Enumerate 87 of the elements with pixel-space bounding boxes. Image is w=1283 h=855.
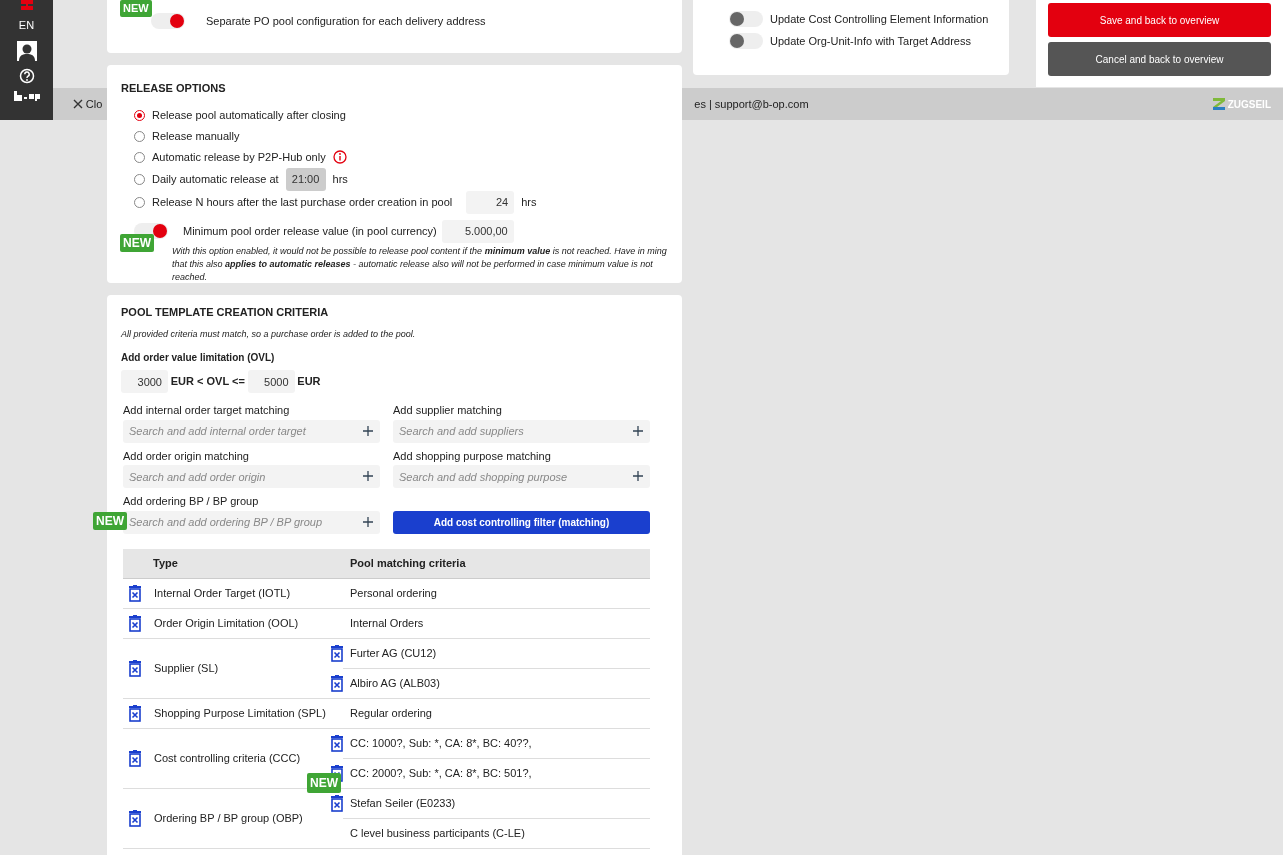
add-icon[interactable] (363, 425, 373, 436)
value-field[interactable]: 5.000,00 (441, 219, 514, 243)
toggle-label: Update Cost Controlling Element Information (770, 11, 989, 27)
info-icon[interactable] (332, 150, 347, 164)
logo-icon (13, 90, 40, 101)
add-icon[interactable] (633, 425, 643, 436)
table-cell-text: Internal Order Target (IOTL) (154, 585, 291, 601)
table-cell-text: Supplier (SL) (154, 660, 219, 676)
new-badge: NEW (120, 0, 152, 17)
delete-icon[interactable] (128, 809, 142, 827)
field-label: Add order origin matching (123, 448, 250, 464)
hint-text: All provided criteria must match, so a purchase order is added to the pool. (121, 327, 417, 341)
search-field[interactable]: Search and add suppliers (393, 419, 650, 443)
logo-icon (18, 0, 35, 10)
new-badge: NEW (93, 511, 127, 530)
table-cell-text: Internal Orders (350, 615, 424, 631)
table-cell-text: Cost controlling criteria (CCC) (154, 750, 301, 766)
search-field[interactable]: Search and add shopping purpose (393, 465, 650, 488)
action-button[interactable]: Save and back to overview (1048, 3, 1271, 37)
table-cell-text: Regular ordering (350, 705, 432, 721)
max-value-field[interactable]: 5000 (247, 370, 295, 393)
toggle-label: Update Org-Unit-Info with Target Address (770, 33, 971, 49)
table-cell-text: CC: 1000?, Sub: *, CA: 8*, BC: 40??, (350, 735, 532, 751)
action-button[interactable]: Cancel and back to overview (1048, 42, 1271, 76)
delete-icon[interactable] (128, 704, 142, 722)
column-header: Pool matching criteria (350, 555, 466, 571)
language-selector[interactable]: EN (18, 17, 35, 34)
field-label: Add shopping purpose matching (393, 448, 552, 464)
table-cell-text: C level business participants (C-LE) (350, 825, 525, 841)
add-filter-button[interactable]: Add cost controlling filter (matching) (393, 510, 650, 534)
search-field[interactable]: Search and add order origin (123, 465, 380, 488)
note-text: With this option enabled, it would not be possible to release pool content if the minimum value is not reached. Have in ming that this also applies to automatic releases - automatic release also will not be performed in case minimum value is not reached. (171, 244, 668, 284)
field-label: Add internal order target matching (123, 403, 291, 418)
field-label: Add order value limitation (OVL) (121, 351, 276, 365)
section-title: POOL TEMPLATE CREATION CRITERIA (121, 305, 330, 320)
search-field[interactable]: Search and add ordering BP / BP group (123, 510, 380, 534)
value-field[interactable]: 24 (466, 190, 515, 214)
toggle-label: Minimum pool order release value (in pool currency) (183, 223, 437, 239)
new-badge: NEW (307, 772, 341, 793)
toggle-switch[interactable] (729, 33, 763, 49)
close-icon[interactable] (73, 99, 83, 109)
delete-icon[interactable] (128, 584, 142, 602)
toggle-switch[interactable] (729, 11, 763, 27)
brand-logo-icon (1212, 98, 1225, 110)
help-icon[interactable] (18, 67, 35, 84)
field-label: Add supplier matching (393, 403, 503, 418)
delete-icon[interactable] (330, 794, 344, 812)
table-cell-text: Ordering BP / BP group (OBP) (154, 810, 303, 826)
close-link[interactable]: Clo (85, 95, 103, 113)
delete-icon[interactable] (330, 674, 344, 692)
table-cell-text: Personal ordering (350, 585, 437, 601)
table-cell-text: CC: 2000?, Sub: *, CA: 8*, BC: 501?, (350, 765, 532, 781)
min-value-field[interactable]: 3000 (121, 370, 168, 393)
table-cell-text: Furter AG (CU12) (350, 645, 437, 661)
radio-label[interactable]: Release N hours after the last purchase order creation in pool (152, 193, 453, 211)
toggle-label: Separate PO pool configuration for each delivery address (206, 14, 486, 29)
operator-label: EUR < OVL <= (170, 374, 245, 390)
section-title: RELEASE OPTIONS (121, 81, 227, 96)
radio-button[interactable] (134, 130, 145, 142)
delete-icon[interactable] (128, 659, 142, 677)
table-cell-text: Albiro AG (ALB03) (350, 675, 440, 691)
radio-button[interactable] (134, 109, 145, 121)
toggle-switch[interactable] (151, 13, 185, 30)
delete-icon[interactable] (330, 734, 344, 752)
radio-button[interactable] (134, 196, 145, 208)
add-icon[interactable] (633, 471, 643, 481)
add-icon[interactable] (363, 471, 373, 481)
new-badge: NEW (120, 234, 154, 252)
table-cell-text: Shopping Purpose Limitation (SPL) (154, 705, 326, 721)
unit-label: hrs (332, 171, 348, 187)
radio-button[interactable] (134, 151, 145, 163)
unit-label: EUR (297, 374, 321, 390)
radio-label[interactable]: Release manually (152, 127, 240, 145)
delete-icon[interactable] (128, 749, 142, 767)
table-cell-text: Order Origin Limitation (OOL) (154, 615, 299, 631)
search-field[interactable]: Search and add internal order target (123, 419, 380, 443)
user-avatar-icon[interactable] (16, 40, 37, 61)
unit-label: hrs (521, 194, 537, 210)
column-header: Type (153, 555, 178, 571)
radio-label[interactable]: Automatic release by P2P-Hub only (152, 148, 326, 166)
radio-label[interactable]: Release pool automatically after closing (152, 106, 346, 124)
add-icon[interactable] (363, 516, 373, 527)
delete-icon[interactable] (128, 614, 142, 632)
delete-icon[interactable] (330, 644, 344, 662)
field-label: Add ordering BP / BP group (123, 494, 260, 509)
footer-contact: es | support@b-op.com (694, 96, 809, 112)
table-cell-text: Stefan Seiler (E0233) (350, 795, 456, 811)
